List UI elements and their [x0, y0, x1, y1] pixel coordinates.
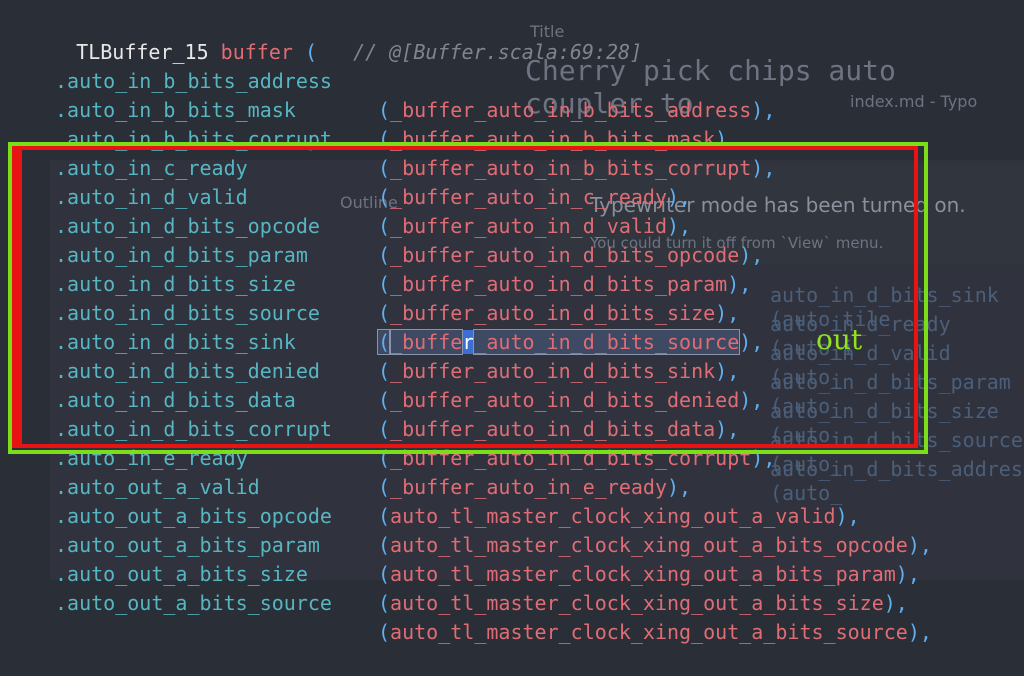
port-argument: (auto_tl_master_clock_xing_out_a_bits_so… — [378, 620, 932, 644]
code-line: .auto_in_b_bits_mask (_buffer_auto_in_b_… — [0, 67, 1024, 151]
instance-header-line: TLBuffer_15 buffer ( // @[Buffer.scala:6… — [28, 9, 642, 64]
code-line: .auto_out_a_bits_param (auto_tl_master_c… — [0, 502, 1024, 586]
code-line: .auto_out_a_bits_opcode (auto_tl_master_… — [0, 473, 1024, 557]
code-line: .auto_out_a_bits_source (auto_tl_master_… — [0, 560, 1024, 644]
out-annotation-label: out — [816, 323, 863, 356]
code-line: .auto_out_a_bits_size (auto_tl_master_cl… — [0, 531, 1024, 615]
code-line: .auto_in_b_bits_address (_buffer_auto_in… — [0, 38, 1024, 122]
red-highlight-box — [12, 146, 918, 448]
port-argument: (auto_tl_master_clock_xing_out_a_bits_si… — [378, 591, 908, 615]
red-highlight-bar — [16, 150, 22, 444]
port-name: .auto_out_a_bits_source — [55, 591, 332, 615]
code-line: .auto_in_b_bits_corrupt (_buffer_auto_in… — [0, 96, 1024, 180]
